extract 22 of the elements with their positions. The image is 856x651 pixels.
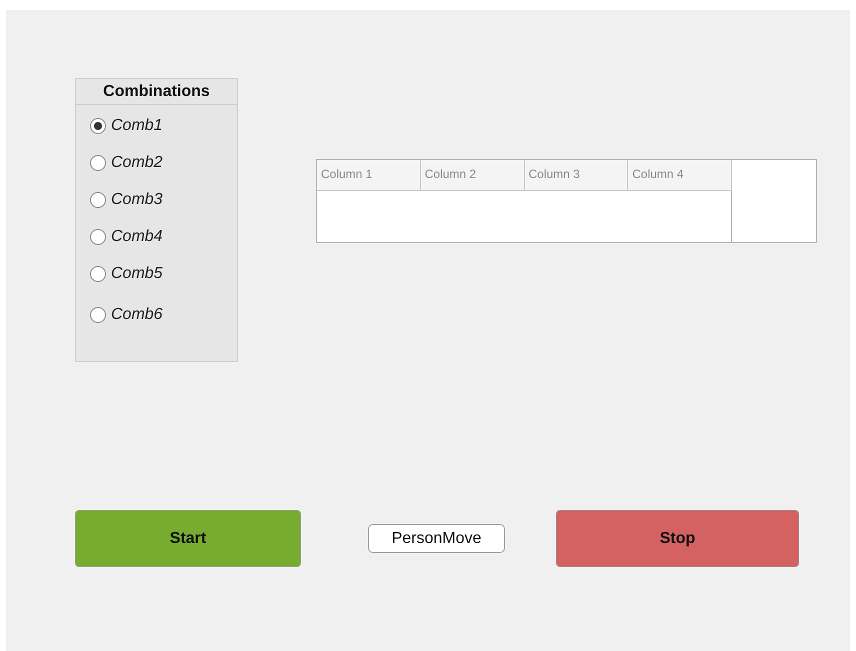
radio-label: Comb3 [111, 191, 163, 209]
radio-label: Comb1 [111, 117, 163, 135]
radio-option[interactable]: Comb1 [90, 114, 237, 138]
action-button[interactable]: PersonMove [368, 524, 505, 553]
radio-button[interactable] [90, 229, 106, 245]
radio-option[interactable]: Comb3 [90, 188, 237, 212]
radio-button[interactable] [90, 266, 106, 282]
radio-button[interactable] [90, 118, 106, 134]
radio-option[interactable]: Comb5 [90, 262, 237, 286]
radio-label: Comb2 [111, 154, 163, 172]
radio-button[interactable] [90, 192, 106, 208]
radio-option[interactable]: Comb4 [90, 225, 237, 249]
radio-option[interactable]: Comb6 [90, 303, 237, 327]
stop-button[interactable]: Stop [556, 510, 799, 567]
radio-label: Comb5 [111, 265, 163, 283]
radio-button[interactable] [90, 155, 106, 171]
radio-button[interactable] [90, 307, 106, 323]
radio-label: Comb4 [111, 228, 163, 246]
start-button[interactable]: Start [75, 510, 301, 567]
panel-title: Combinations [76, 79, 237, 105]
radio-option[interactable]: Comb2 [90, 151, 237, 175]
radio-label: Comb6 [111, 306, 163, 324]
